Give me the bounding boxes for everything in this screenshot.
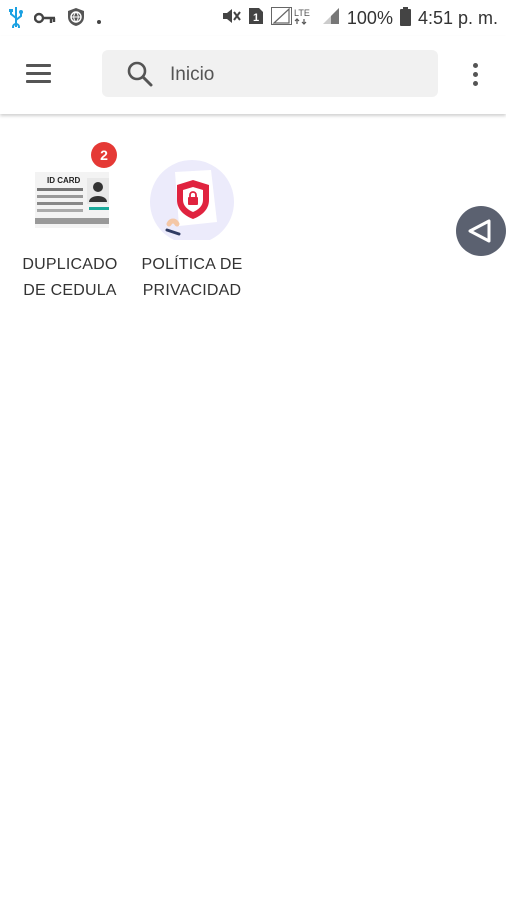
id-card-text: ID CARD [47, 176, 81, 185]
network-type: LTE [294, 8, 310, 18]
item-label-line1: POLÍTICA DE [141, 256, 243, 273]
privacy-shield-icon [147, 150, 237, 244]
floating-back-button[interactable] [456, 206, 506, 256]
shield-globe-icon [66, 7, 86, 32]
hamburger-line [26, 80, 51, 83]
dot-icon [96, 10, 102, 30]
item-label-line2: PRIVACIDAD [142, 282, 242, 299]
clock: 4:51 p. m. [417, 8, 498, 28]
vpn-key-icon [33, 10, 56, 30]
search-icon [126, 60, 154, 93]
id-card-icon: ID CARD 2 [25, 142, 117, 240]
app-bar [0, 36, 506, 114]
triangle-left-icon [456, 219, 506, 260]
grid-item-duplicado-cedula[interactable]: ID CARD 2 DUPLICADO DE CEDULA [10, 142, 130, 304]
notification-badge: 2 [91, 142, 117, 168]
signal-bars-icon [322, 7, 340, 30]
menu-button[interactable] [24, 61, 54, 87]
sim-number: 1 [253, 12, 259, 24]
search-box[interactable] [102, 50, 438, 99]
battery-icon [399, 6, 411, 31]
hamburger-icon [26, 64, 51, 67]
grid-item-politica-privacidad[interactable]: POLÍTICA DE PRIVACIDAD [132, 150, 252, 304]
item-label: POLÍTICA DE PRIVACIDAD [132, 252, 252, 304]
hamburger-line [26, 72, 51, 75]
signal-lte-icon: LTE [270, 6, 315, 31]
usb-icon [8, 6, 24, 33]
more-options-button[interactable] [466, 61, 486, 91]
item-label: DUPLICADO DE CEDULA [10, 252, 130, 304]
status-bar: 1 LTE 100% 4:51 p. m. [0, 0, 506, 36]
item-label-line2: DE CEDULA [23, 282, 117, 299]
search-input[interactable] [168, 50, 422, 99]
mute-icon [221, 7, 241, 30]
sim-card-icon: 1 [248, 7, 264, 30]
battery-percent: 100% [346, 8, 393, 28]
item-label-line1: DUPLICADO [22, 256, 118, 273]
